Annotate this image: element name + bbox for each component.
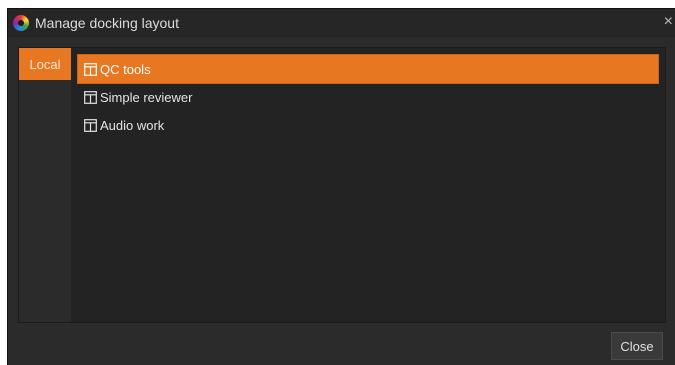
- layout-item-label: Audio work: [100, 117, 165, 133]
- window-title: Manage docking layout: [35, 15, 179, 31]
- tab-strip: [19, 80, 71, 322]
- window-close-button[interactable]: ×: [664, 13, 673, 31]
- title-bar: Manage docking layout ×: [8, 9, 675, 37]
- layout-item-label: QC tools: [100, 61, 151, 77]
- layout-list-item[interactable]: QC tools: [77, 54, 659, 84]
- close-button[interactable]: Close: [611, 332, 663, 360]
- layout-list-item[interactable]: Simple reviewer: [78, 83, 658, 111]
- layout-icon: [84, 118, 97, 132]
- manage-docking-layout-dialog: Manage docking layout × Local QC tools S…: [7, 8, 675, 365]
- layout-icon: [84, 90, 97, 104]
- tab-local[interactable]: Local: [19, 48, 71, 80]
- layout-list-item[interactable]: Audio work: [78, 111, 658, 139]
- layout-icon: [84, 62, 97, 76]
- layout-item-label: Simple reviewer: [100, 89, 193, 105]
- layout-list: QC tools Simple reviewer Audio work: [77, 54, 659, 139]
- color-wheel-icon: [13, 15, 29, 31]
